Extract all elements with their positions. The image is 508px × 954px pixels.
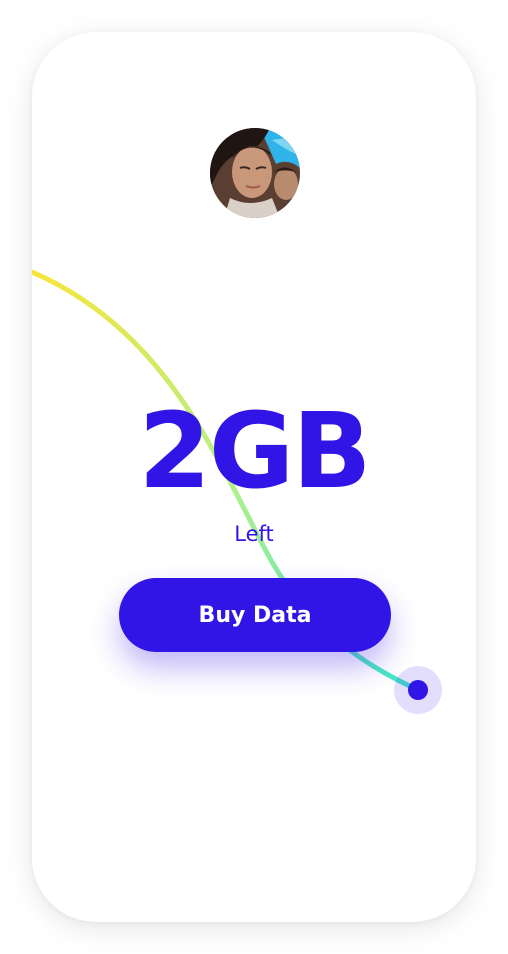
buy-data-button[interactable]: Buy Data	[119, 578, 391, 652]
phone-card: 2GB Left Buy Data	[32, 32, 476, 922]
data-remaining-label: Left	[234, 522, 274, 546]
data-remaining-amount: 2GB	[138, 390, 372, 512]
user-photo-avatar-icon	[210, 128, 300, 218]
usage-slider-handle[interactable]	[394, 666, 442, 714]
screen: 2GB Left Buy Data	[0, 0, 508, 954]
avatar[interactable]	[210, 128, 300, 218]
usage-slider-handle-dot	[408, 680, 428, 700]
